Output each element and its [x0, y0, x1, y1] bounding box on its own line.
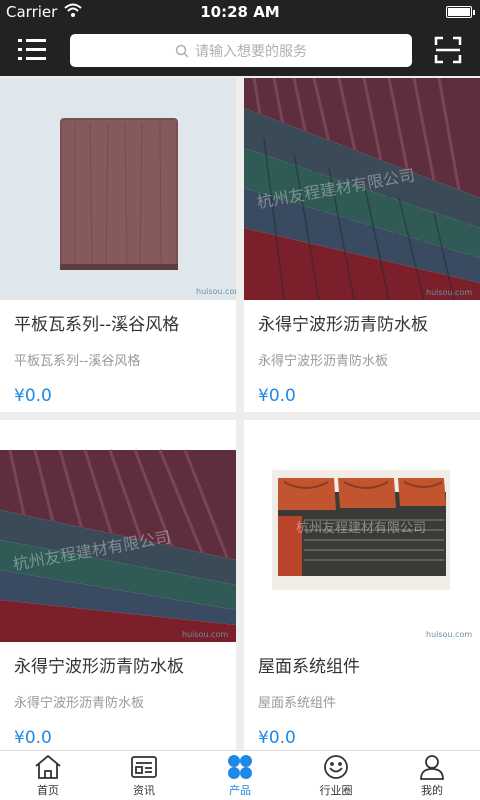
- news-icon: [131, 756, 157, 778]
- menu-icon[interactable]: [18, 37, 48, 63]
- tab-home[interactable]: 首页: [0, 751, 96, 800]
- clock: 10:28 AM: [200, 3, 280, 21]
- tab-label: 产品: [229, 784, 251, 797]
- product-image: huisou.com: [0, 78, 236, 300]
- tab-label: 我的: [421, 784, 443, 797]
- product-subtitle: 永得宁波形沥青防水板: [14, 696, 145, 711]
- search-input[interactable]: 请输入想要的服务: [70, 34, 412, 67]
- product-title: 永得宁波形沥青防水板: [14, 657, 184, 677]
- product-title: 平板瓦系列--溪谷风格: [14, 315, 180, 335]
- watermark-text: huisou.com: [426, 288, 472, 297]
- product-price: ¥0.0: [14, 728, 52, 748]
- search-placeholder: 请输入想要的服务: [195, 43, 307, 60]
- product-image: 杭州友程建材有限公司 huisou.com: [0, 420, 236, 642]
- product-price: ¥0.0: [258, 728, 296, 748]
- product-subtitle: 永得宁波形沥青防水板: [258, 354, 389, 369]
- tab-products[interactable]: 产品: [192, 751, 288, 800]
- bottom-tab-bar: 首页 资讯 产品 行业圈 我的: [0, 750, 480, 800]
- battery-icon: [446, 6, 475, 18]
- tab-profile[interactable]: 我的: [384, 751, 480, 800]
- status-bar: Carrier 10:28 AM: [0, 0, 480, 24]
- product-title: 永得宁波形沥青防水板: [258, 315, 428, 335]
- search-icon: [175, 44, 189, 58]
- product-card[interactable]: 杭州友程建材有限公司 huisou.com 永得宁波形沥青防水板 永得宁波形沥青…: [0, 420, 236, 750]
- products-icon: [228, 755, 252, 779]
- product-card[interactable]: 杭州友程建材有限公司 huisou.com 永得宁波形沥青防水板 永得宁波形沥青…: [244, 78, 480, 412]
- tab-label: 行业圈: [319, 784, 353, 797]
- product-image: 杭州友程建材有限公司 huisou.com: [244, 78, 480, 300]
- watermark-text: huisou.com: [182, 630, 228, 639]
- product-price: ¥0.0: [14, 386, 52, 406]
- svg-text:杭州友程建材有限公司: 杭州友程建材有限公司: [296, 520, 426, 536]
- product-subtitle: 屋面系统组件: [258, 696, 337, 711]
- watermark-text: huisou.com: [196, 287, 236, 296]
- tab-label: 首页: [37, 784, 59, 797]
- top-bar: 请输入想要的服务: [0, 24, 480, 76]
- circle-icon: [324, 755, 348, 779]
- watermark-text: huisou.com: [426, 630, 472, 639]
- scan-icon[interactable]: [434, 36, 462, 64]
- product-grid: huisou.com 平板瓦系列--溪谷风格 平板瓦系列--溪谷风格 ¥0.0: [0, 76, 480, 750]
- tab-label: 资讯: [133, 784, 155, 797]
- tab-news[interactable]: 资讯: [96, 751, 192, 800]
- home-icon: [35, 754, 61, 779]
- profile-icon: [420, 755, 444, 780]
- product-image: 杭州友程建材有限公司 huisou.com: [244, 420, 480, 642]
- product-title: 屋面系统组件: [258, 657, 360, 677]
- tab-circle[interactable]: 行业圈: [288, 751, 384, 800]
- product-price: ¥0.0: [258, 386, 296, 406]
- product-card[interactable]: 杭州友程建材有限公司 huisou.com 屋面系统组件 屋面系统组件 ¥0.0: [244, 420, 480, 750]
- product-card[interactable]: huisou.com 平板瓦系列--溪谷风格 平板瓦系列--溪谷风格 ¥0.0: [0, 78, 236, 412]
- product-subtitle: 平板瓦系列--溪谷风格: [14, 354, 141, 369]
